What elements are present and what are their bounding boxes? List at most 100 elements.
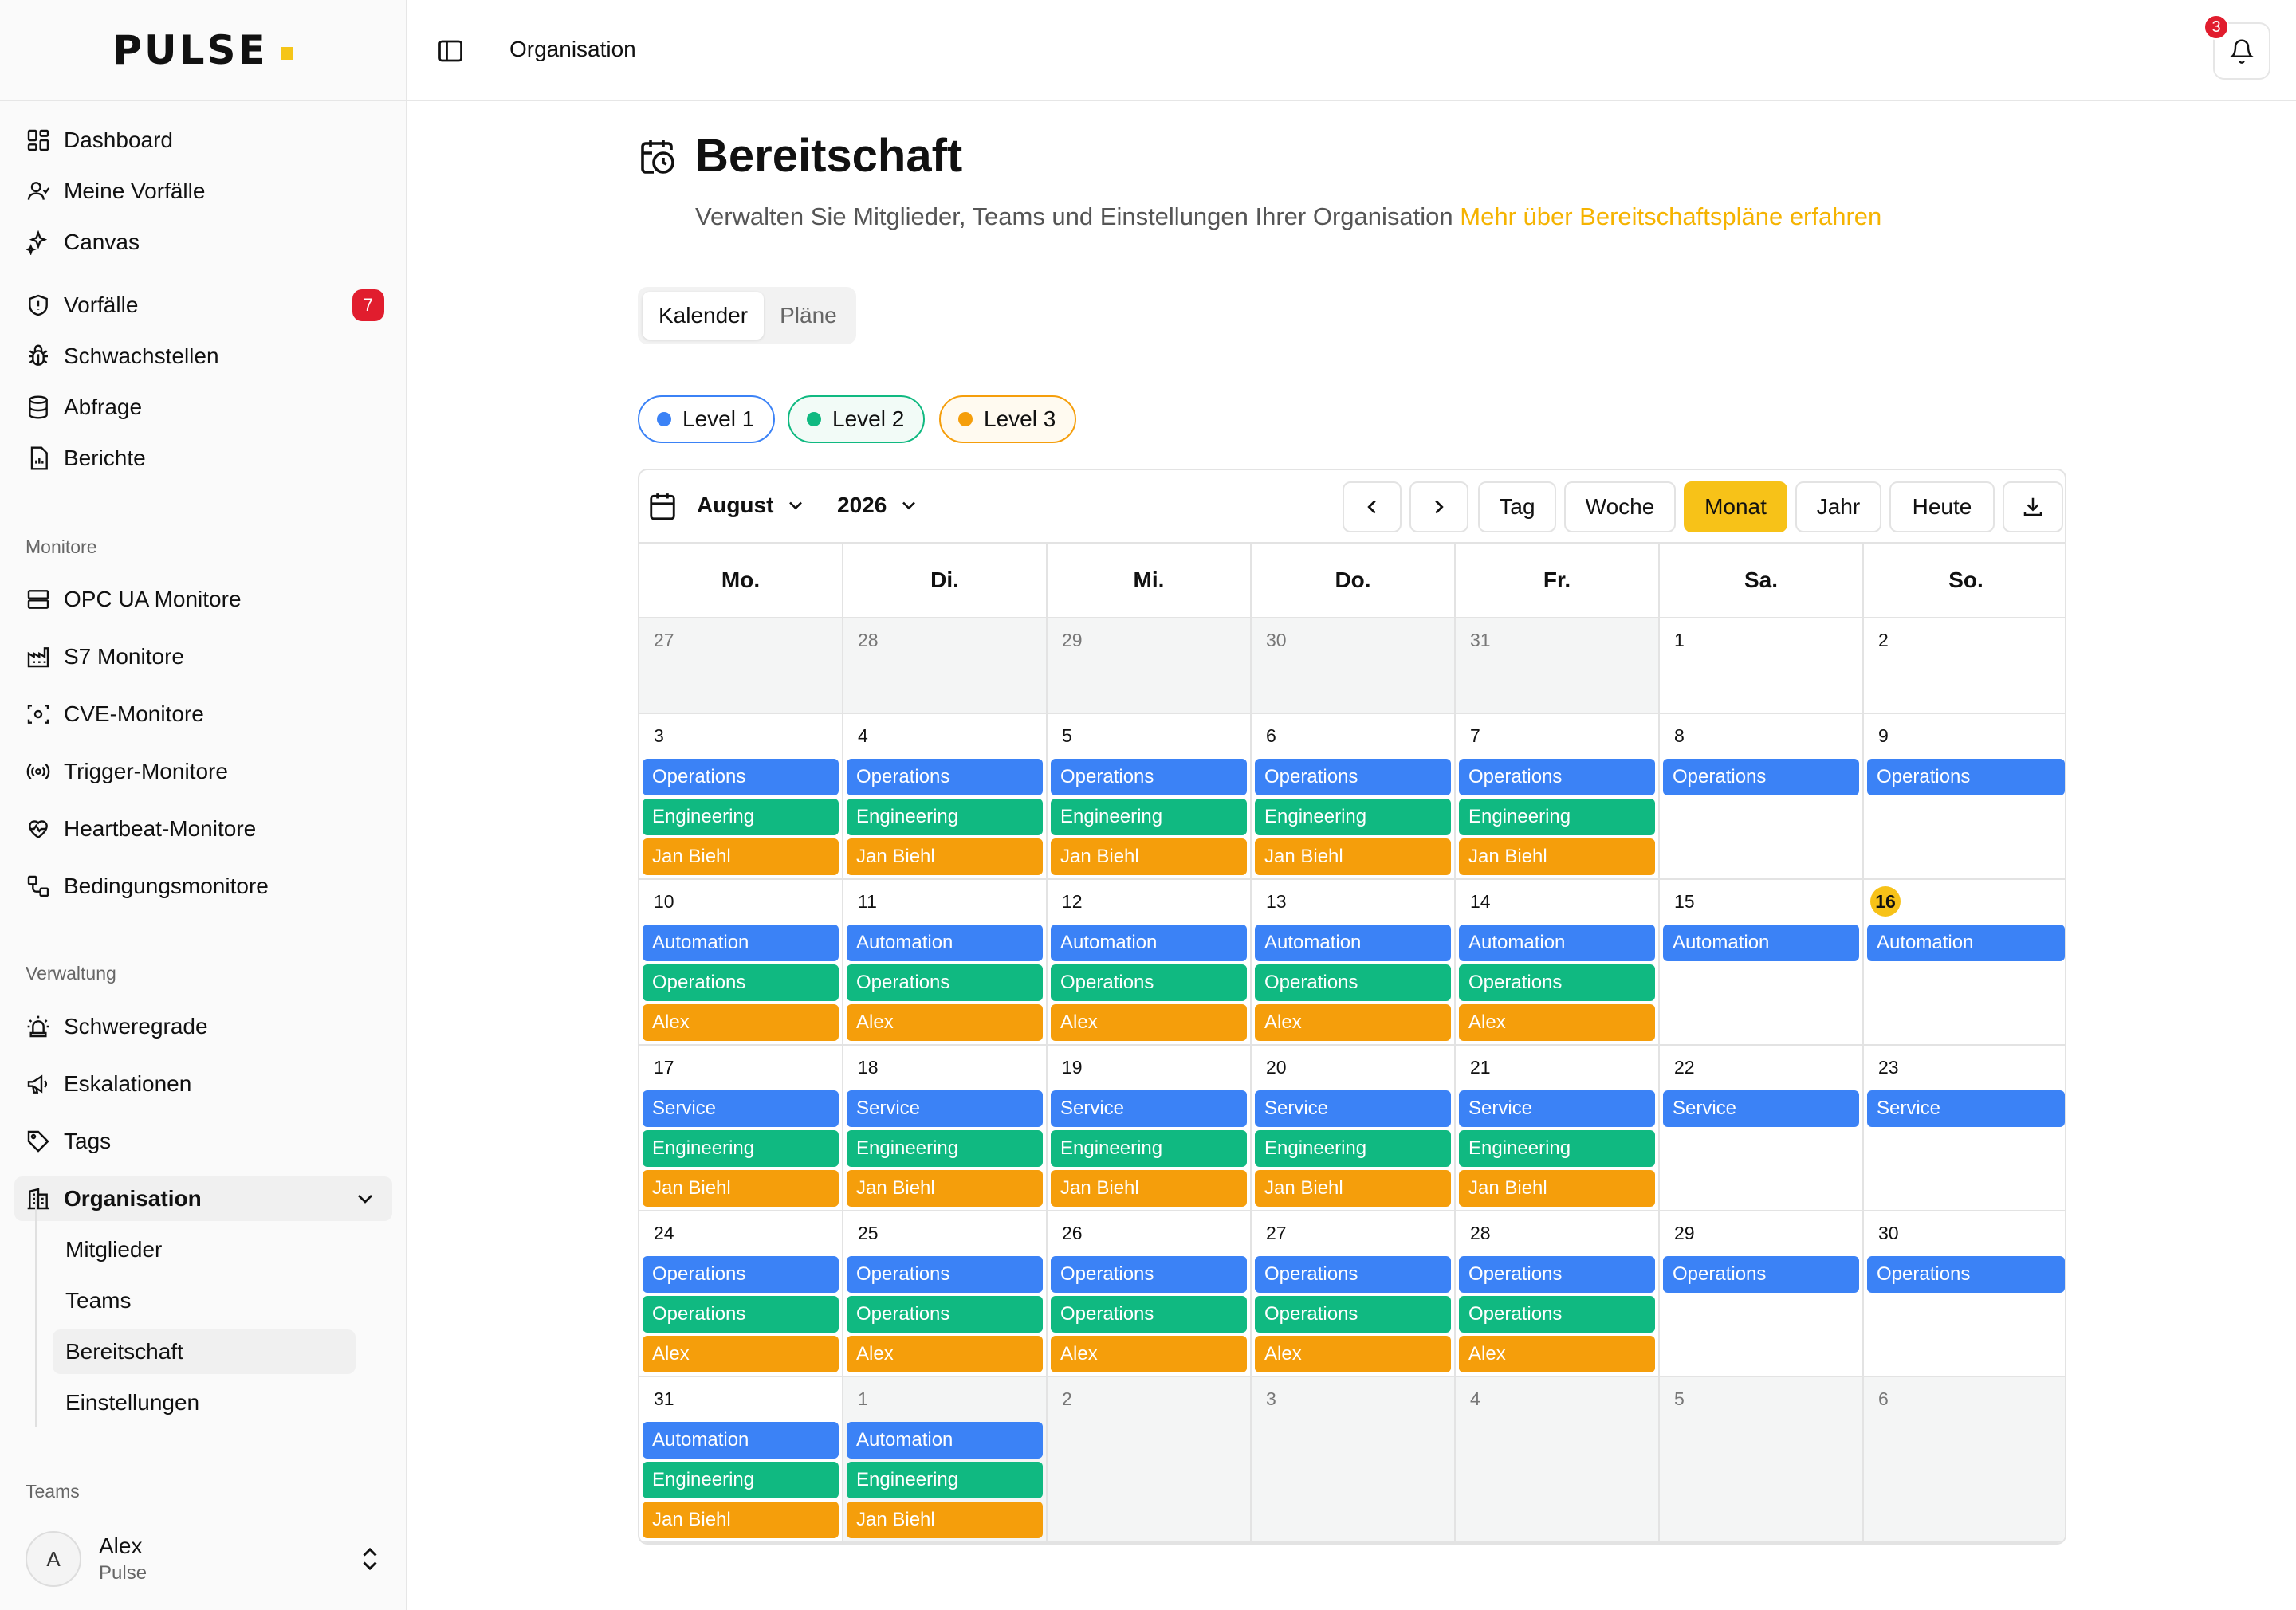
oncall-event[interactable]: Service: [1255, 1090, 1451, 1127]
calendar-day-cell[interactable]: 14 Automation Operations Alex: [1456, 880, 1660, 1044]
sidebar-item-cve[interactable]: CVE-Monitore: [14, 692, 392, 736]
calendar-day-cell[interactable]: 9 Operations: [1864, 714, 2065, 878]
tab-kalender[interactable]: Kalender: [643, 292, 765, 340]
oncall-event[interactable]: Operations: [847, 964, 1043, 1001]
oncall-event[interactable]: Jan Biehl: [1051, 1170, 1247, 1207]
oncall-event[interactable]: Operations: [1051, 759, 1247, 795]
sidebar-subitem-bereitschaft[interactable]: Bereitschaft: [53, 1329, 356, 1374]
calendar-day-cell[interactable]: 1 Automation Engineering Jan Biehl: [843, 1377, 1048, 1541]
sidebar-item-canvas[interactable]: Canvas: [14, 220, 392, 265]
calendar-day-cell[interactable]: 21 Service Engineering Jan Biehl: [1456, 1046, 1660, 1210]
oncall-event[interactable]: Operations: [847, 1296, 1043, 1333]
view-tag-button[interactable]: Tag: [1478, 481, 1556, 532]
oncall-event[interactable]: Alex: [643, 1004, 839, 1041]
oncall-event[interactable]: Engineering: [1255, 1130, 1451, 1167]
oncall-event[interactable]: Engineering: [643, 799, 839, 835]
sidebar-item-tags[interactable]: Tags: [14, 1119, 392, 1164]
calendar-day-cell[interactable]: 7 Operations Engineering Jan Biehl: [1456, 714, 1660, 878]
chevron-down-icon[interactable]: [352, 1186, 378, 1211]
oncall-event[interactable]: Operations: [643, 964, 839, 1001]
oncall-event[interactable]: Operations: [1051, 964, 1247, 1001]
oncall-event[interactable]: Jan Biehl: [1255, 838, 1451, 875]
oncall-event[interactable]: Service: [1459, 1090, 1655, 1127]
month-select[interactable]: August: [697, 493, 807, 518]
oncall-event[interactable]: Service: [1051, 1090, 1247, 1127]
oncall-event[interactable]: Engineering: [1051, 799, 1247, 835]
calendar-day-cell[interactable]: 2: [1864, 618, 2065, 713]
calendar-day-cell[interactable]: 30 Operations: [1864, 1211, 2065, 1376]
oncall-event[interactable]: Operations: [847, 1256, 1043, 1293]
sidebar-item-schwachstellen[interactable]: Schwachstellen: [14, 334, 392, 379]
oncall-event[interactable]: Engineering: [1459, 1130, 1655, 1167]
oncall-event[interactable]: Operations: [1255, 964, 1451, 1001]
sidebar-toggle-icon[interactable]: [436, 37, 465, 65]
oncall-event[interactable]: Engineering: [1255, 799, 1451, 835]
calendar-day-cell[interactable]: 26 Operations Operations Alex: [1048, 1211, 1252, 1376]
oncall-event[interactable]: Jan Biehl: [1051, 838, 1247, 875]
sidebar-item-organisation[interactable]: Organisation: [14, 1176, 392, 1221]
calendar-day-cell[interactable]: 8 Operations: [1660, 714, 1864, 878]
oncall-event[interactable]: Automation: [1051, 925, 1247, 961]
today-button[interactable]: Heute: [1889, 481, 1995, 532]
oncall-event[interactable]: Operations: [1051, 1296, 1247, 1333]
sidebar-item-bedingung[interactable]: Bedingungsmonitore: [14, 864, 392, 909]
sidebar-item-dashboard[interactable]: Dashboard: [14, 118, 392, 163]
sidebar-subitem-teams[interactable]: Teams: [53, 1278, 356, 1323]
learn-more-link[interactable]: Mehr über Bereitschaftspläne erfahren: [1460, 202, 1881, 230]
oncall-event[interactable]: Automation: [1663, 925, 1859, 961]
year-select[interactable]: 2026: [837, 493, 920, 518]
oncall-event[interactable]: Jan Biehl: [847, 1502, 1043, 1538]
calendar-day-cell[interactable]: 31 Automation Engineering Jan Biehl: [639, 1377, 843, 1541]
oncall-event[interactable]: Engineering: [847, 1130, 1043, 1167]
sidebar-item-eskalationen[interactable]: Eskalationen: [14, 1062, 392, 1106]
calendar-day-cell[interactable]: 28 Operations Operations Alex: [1456, 1211, 1660, 1376]
oncall-event[interactable]: Service: [643, 1090, 839, 1127]
calendar-day-cell[interactable]: 23 Service: [1864, 1046, 2065, 1210]
oncall-event[interactable]: Automation: [847, 925, 1043, 961]
calendar-day-cell[interactable]: 17 Service Engineering Jan Biehl: [639, 1046, 843, 1210]
calendar-day-cell[interactable]: 5 Operations Engineering Jan Biehl: [1048, 714, 1252, 878]
calendar-day-cell[interactable]: 12 Automation Operations Alex: [1048, 880, 1252, 1044]
sidebar-item-abfrage[interactable]: Abfrage: [14, 385, 392, 430]
calendar-day-cell[interactable]: 10 Automation Operations Alex: [639, 880, 843, 1044]
oncall-event[interactable]: Alex: [847, 1004, 1043, 1041]
logo[interactable]: PULSE: [112, 27, 293, 73]
calendar-day-cell[interactable]: 4 Operations Engineering Jan Biehl: [843, 714, 1048, 878]
calendar-day-cell[interactable]: 6 Operations Engineering Jan Biehl: [1252, 714, 1456, 878]
sidebar-subitem-einstellungen[interactable]: Einstellungen: [53, 1380, 356, 1425]
calendar-day-cell[interactable]: 15 Automation: [1660, 880, 1864, 1044]
oncall-event[interactable]: Alex: [1459, 1336, 1655, 1372]
calendar-day-cell[interactable]: 29: [1048, 618, 1252, 713]
view-jahr-button[interactable]: Jahr: [1795, 481, 1881, 532]
oncall-event[interactable]: Alex: [1051, 1004, 1247, 1041]
tab-plaene[interactable]: Pläne: [764, 292, 853, 340]
oncall-event[interactable]: Alex: [1255, 1004, 1451, 1041]
prev-month-button[interactable]: [1343, 481, 1402, 532]
calendar-day-cell[interactable]: 20 Service Engineering Jan Biehl: [1252, 1046, 1456, 1210]
oncall-event[interactable]: Engineering: [1051, 1130, 1247, 1167]
oncall-event[interactable]: Alex: [847, 1336, 1043, 1372]
oncall-event[interactable]: Operations: [1051, 1256, 1247, 1293]
oncall-event[interactable]: Automation: [643, 1422, 839, 1459]
sidebar-item-schweregrade[interactable]: Schweregrade: [14, 1004, 392, 1049]
oncall-event[interactable]: Operations: [1663, 759, 1859, 795]
oncall-event[interactable]: Jan Biehl: [643, 1502, 839, 1538]
oncall-event[interactable]: Operations: [1255, 1296, 1451, 1333]
oncall-event[interactable]: Jan Biehl: [643, 838, 839, 875]
oncall-event[interactable]: Alex: [1255, 1336, 1451, 1372]
oncall-event[interactable]: Alex: [1051, 1336, 1247, 1372]
sidebar-subitem-mitglieder[interactable]: Mitglieder: [53, 1227, 356, 1272]
sidebar-item-opc-ua[interactable]: OPC UA Monitore: [14, 577, 392, 622]
calendar-day-cell[interactable]: 4: [1456, 1377, 1660, 1541]
oncall-event[interactable]: Engineering: [643, 1462, 839, 1498]
sidebar-item-berichte[interactable]: Berichte: [14, 436, 392, 481]
oncall-event[interactable]: Engineering: [847, 1462, 1043, 1498]
oncall-event[interactable]: Operations: [1459, 964, 1655, 1001]
level-2-filter[interactable]: Level 2: [788, 395, 926, 443]
calendar-day-cell[interactable]: 18 Service Engineering Jan Biehl: [843, 1046, 1048, 1210]
calendar-day-cell[interactable]: 13 Automation Operations Alex: [1252, 880, 1456, 1044]
view-monat-button[interactable]: Monat: [1684, 481, 1787, 532]
sidebar-item-heartbeat[interactable]: Heartbeat-Monitore: [14, 807, 392, 851]
oncall-event[interactable]: Jan Biehl: [1459, 838, 1655, 875]
oncall-event[interactable]: Engineering: [643, 1130, 839, 1167]
